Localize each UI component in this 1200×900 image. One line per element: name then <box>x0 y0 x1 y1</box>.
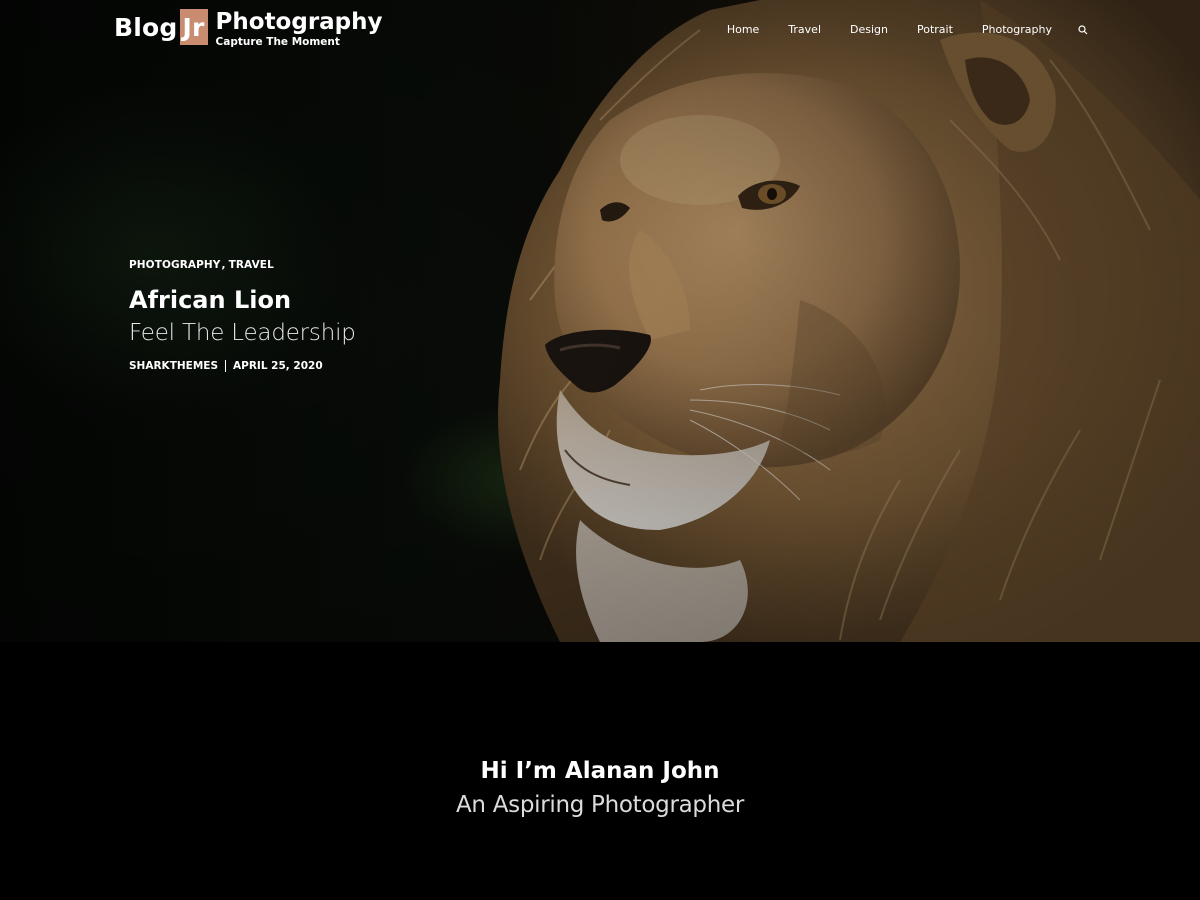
site-tagline: Capture The Moment <box>215 36 340 48</box>
site-logo[interactable]: Blog Jr Photography Capture The Moment <box>114 8 383 48</box>
category-separator: , <box>221 259 226 271</box>
site-title[interactable]: Photography <box>216 8 383 36</box>
nav-item-potrait[interactable]: Potrait <box>917 22 953 38</box>
nav-item-home[interactable]: Home <box>727 22 759 38</box>
intro-section: Hi I’m Alanan John An Aspiring Photograp… <box>0 642 1200 900</box>
main-nav: Home Travel Design Potrait Photography <box>727 22 1090 38</box>
category-link-travel[interactable]: TRAVEL <box>229 259 274 271</box>
logo-text: Photography Capture The Moment <box>216 8 383 48</box>
nav-item-travel[interactable]: Travel <box>788 22 821 38</box>
post-meta: SHARKTHEMES APRIL 25, 2020 <box>129 360 356 372</box>
post-categories: PHOTOGRAPHY , TRAVEL <box>129 259 356 271</box>
hero-banner: Blog Jr Photography Capture The Moment Ho… <box>0 0 1200 642</box>
featured-post: PHOTOGRAPHY , TRAVEL African Lion Feel T… <box>129 259 356 372</box>
post-date[interactable]: APRIL 25, 2020 <box>233 360 323 372</box>
search-icon[interactable] <box>1076 22 1090 38</box>
meta-divider <box>225 360 227 372</box>
site-header: Blog Jr Photography Capture The Moment Ho… <box>0 0 1200 60</box>
post-title[interactable]: African Lion <box>129 284 356 316</box>
logo-blog-text: Blog <box>114 12 178 42</box>
nav-item-design[interactable]: Design <box>850 22 888 38</box>
intro-heading: Hi I’m Alanan John <box>480 758 720 784</box>
intro-subheading: An Aspiring Photographer <box>455 792 744 818</box>
logo-mark: Blog Jr <box>114 8 208 46</box>
post-subtitle: Feel The Leadership <box>129 320 356 346</box>
category-link-photography[interactable]: PHOTOGRAPHY <box>129 259 221 271</box>
post-author[interactable]: SHARKTHEMES <box>129 360 218 372</box>
logo-jr-badge: Jr <box>179 9 208 45</box>
nav-item-photography[interactable]: Photography <box>982 22 1052 38</box>
